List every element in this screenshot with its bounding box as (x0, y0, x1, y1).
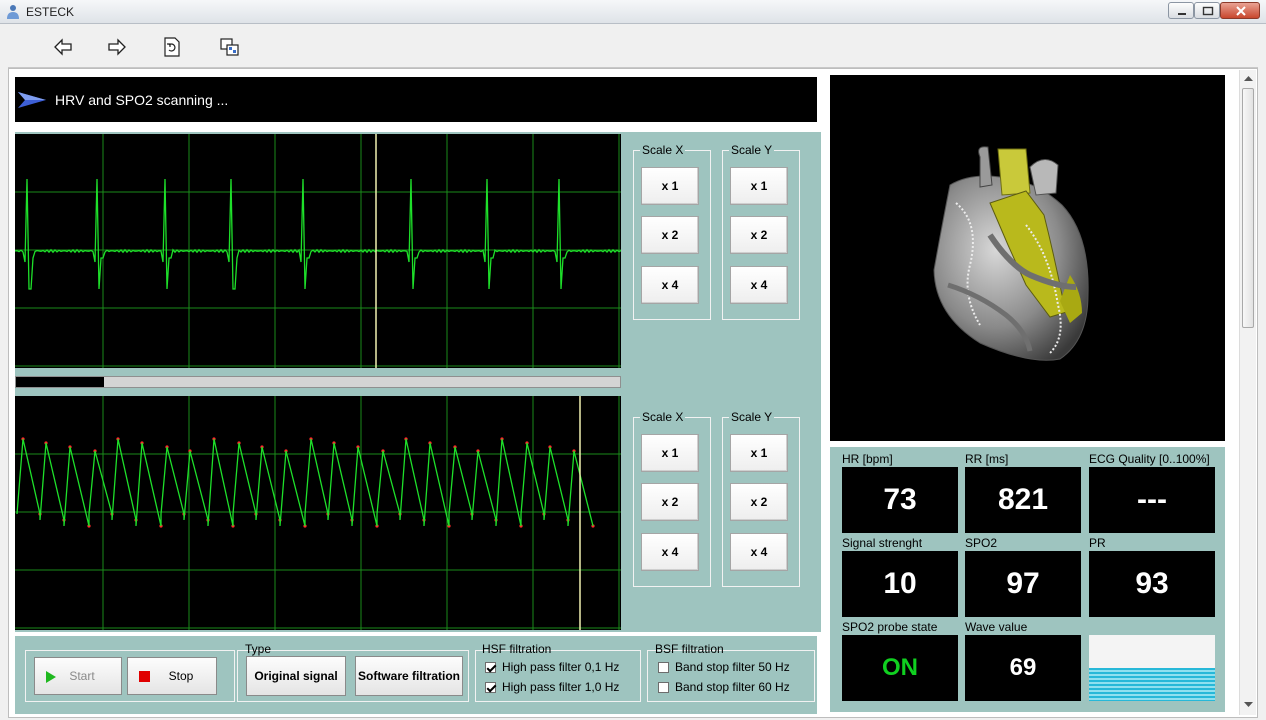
metrics-panel: HR [bpm] RR [ms] ECG Quality [0..100%] 7… (830, 447, 1225, 712)
wave-level-meter (1089, 635, 1215, 701)
signal-strength-value: 10 (842, 551, 958, 617)
wave-value: 69 (965, 635, 1081, 701)
pr-label: PR (1089, 536, 1106, 550)
wave-value-label: Wave value (965, 620, 1028, 634)
ecg-scope (15, 134, 621, 368)
bsf-filtration-group (647, 650, 815, 702)
rr-value: 821 (965, 467, 1081, 533)
hsf-group-label: HSF filtration (482, 642, 552, 656)
bsf-group-label: BSF filtration (655, 642, 724, 656)
scale-x-x4-button[interactable]: x 4 (641, 533, 699, 571)
scan-progress-bar (15, 376, 621, 388)
pr-value: 93 (1089, 551, 1215, 617)
ecg-waveform (15, 134, 621, 368)
bsf-filter-60-row[interactable]: Band stop filter 60 Hz (658, 680, 790, 694)
hsf-filter-10-row[interactable]: High pass filter 1,0 Hz (485, 680, 619, 694)
bsf-filter-50-label: Band stop filter 50 Hz (675, 660, 790, 674)
ecg-quality-label: ECG Quality [0..100%] (1089, 452, 1210, 466)
hsf-filter-01-row[interactable]: High pass filter 0,1 Hz (485, 660, 619, 674)
probe-state-label: SPO2 probe state (842, 620, 938, 634)
scale-y-x1-button[interactable]: x 1 (730, 167, 788, 205)
heart-model-image (933, 146, 1089, 361)
scale-y-x4-button[interactable]: x 4 (730, 533, 788, 571)
stop-button[interactable]: Stop (127, 657, 217, 695)
status-arrow-icon (18, 92, 46, 108)
scale-x-x4-button[interactable]: x 4 (641, 266, 699, 304)
scale-x-x1-button[interactable]: x 1 (641, 167, 699, 205)
spo2-label: SPO2 (965, 536, 998, 550)
type-group-label: Type (245, 642, 272, 656)
bsf-filter-50-checkbox[interactable] (658, 661, 669, 673)
heart-3d-view (830, 75, 1225, 441)
control-panel: Start Stop Type Original signal Software… (15, 636, 817, 714)
bsf-filter-50-row[interactable]: Band stop filter 50 Hz (658, 660, 790, 674)
status-text: HRV and SPO2 scanning ... (55, 92, 229, 108)
pulse-scope (15, 396, 621, 630)
spo2-value: 97 (965, 551, 1081, 617)
vertical-scrollbar[interactable] (1239, 70, 1256, 715)
scale-y-x2-button[interactable]: x 2 (730, 483, 788, 521)
title-bar: ESTECK (0, 0, 1266, 24)
start-label: Start (69, 669, 95, 683)
hr-label: HR [bpm] (842, 452, 893, 466)
pulse-waveform (15, 396, 621, 630)
scale-x-x2-button[interactable]: x 2 (641, 483, 699, 521)
bsf-filter-60-label: Band stop filter 60 Hz (675, 680, 790, 694)
ecg-trace (15, 178, 621, 290)
scale-x-x1-button[interactable]: x 1 (641, 434, 699, 472)
hsf-filter-10-checkbox[interactable] (485, 681, 496, 693)
hsf-filter-10-label: High pass filter 1,0 Hz (502, 680, 620, 694)
scale-x-label: Scale X (640, 143, 686, 157)
wave-level-fill (1089, 668, 1215, 701)
maximize-icon (1202, 6, 1214, 16)
toolbar (8, 24, 1258, 68)
scale-y-x4-button[interactable]: x 4 (730, 266, 788, 304)
scale-x-label: Scale X (640, 410, 686, 424)
rr-label: RR [ms] (965, 452, 1009, 466)
original-signal-button[interactable]: Original signal (246, 656, 346, 696)
copy-window-icon[interactable] (219, 36, 241, 58)
forward-arrow-icon[interactable] (106, 36, 128, 58)
back-arrow-icon[interactable] (52, 36, 74, 58)
hsf-filter-01-checkbox[interactable] (485, 661, 496, 673)
ecg-quality-value: --- (1089, 467, 1215, 533)
probe-state-value: ON (842, 635, 958, 701)
scale-y-x1-button[interactable]: x 1 (730, 434, 788, 472)
hsf-filter-01-label: High pass filter 0,1 Hz (502, 660, 620, 674)
scroll-down-arrow-icon[interactable] (1244, 701, 1253, 709)
start-button[interactable]: Start (34, 657, 122, 695)
software-filtration-button[interactable]: Software filtration (355, 656, 463, 696)
signal-strength-label: Signal strenght (842, 536, 923, 550)
scan-progress-fill (16, 377, 104, 387)
hr-value: 73 (842, 467, 958, 533)
maximize-button[interactable] (1194, 2, 1220, 19)
app-person-icon (7, 5, 19, 19)
stop-label: Stop (168, 669, 194, 683)
bsf-filter-60-checkbox[interactable] (658, 681, 669, 693)
scrollbar-thumb[interactable] (1242, 88, 1254, 328)
minimize-icon (1178, 13, 1186, 15)
scale-y-x2-button[interactable]: x 2 (730, 216, 788, 254)
stop-square-icon (139, 671, 150, 682)
window-title: ESTECK (26, 5, 75, 19)
close-button[interactable] (1220, 2, 1260, 19)
hsf-filtration-group (475, 650, 641, 702)
scale-y-label: Scale Y (729, 143, 775, 157)
status-banner: HRV and SPO2 scanning ... (15, 77, 817, 122)
scroll-up-arrow-icon[interactable] (1244, 74, 1253, 82)
scale-x-x2-button[interactable]: x 2 (641, 216, 699, 254)
refresh-page-icon[interactable] (161, 36, 183, 58)
scale-y-label: Scale Y (729, 410, 775, 424)
play-icon (46, 671, 56, 683)
minimize-button[interactable] (1168, 2, 1194, 19)
close-icon (1236, 6, 1246, 16)
